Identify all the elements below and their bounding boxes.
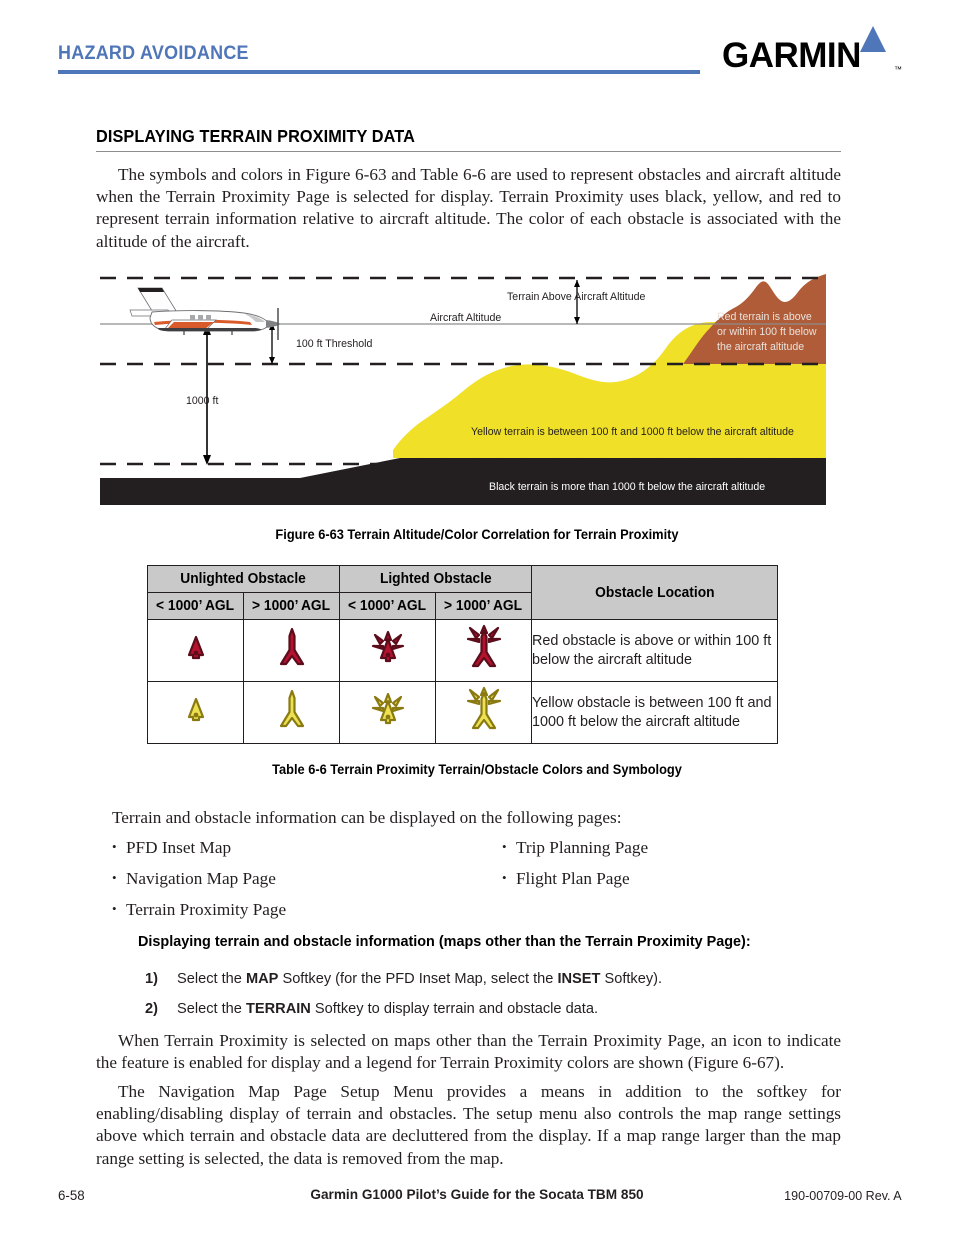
header-unlighted-obstacle: Unlighted Obstacle [146, 565, 341, 593]
chapter-title: HAZARD AVOIDANCE [58, 42, 249, 64]
label-red-terrain-line1: Red terrain is above [717, 311, 812, 323]
symbol-yellow-lighted-above-1000 [435, 681, 533, 744]
symbol-yellow-unlighted-above-1000 [242, 681, 341, 744]
obstacle-symbology-table: Unlighted Obstacle Lighted Obstacle Obst… [146, 565, 779, 744]
label-100ft-threshold: 100 ft Threshold [296, 338, 372, 350]
list-item-flight-plan-page: Flight Plan Page [502, 869, 630, 889]
step-1-text-b: Softkey (for the PFD Inset Map, select t… [278, 971, 558, 987]
symbol-red-lighted-below-1000 [339, 619, 437, 682]
closing-paragraph-1: When Terrain Proximity is selected on ma… [96, 1031, 841, 1073]
header-obstacle-location: Obstacle Location [531, 565, 779, 620]
section-title: DISPLAYING TERRAIN PROXIMITY DATA [96, 126, 415, 146]
section-heading-block: DISPLAYING TERRAIN PROXIMITY DATA [96, 126, 841, 152]
step-2-text-a: Select the [177, 1001, 246, 1017]
list-item-pfd-inset-map: PFD Inset Map [112, 838, 231, 858]
step-1-text-c: Softkey). [600, 971, 663, 987]
intro-paragraph: The symbols and colors in Figure 6-63 an… [96, 165, 841, 251]
step-1-text-a: Select the [177, 971, 246, 987]
terrain-color-correlation-figure: Terrain Above Aircraft Altitude Aircraft… [100, 272, 826, 505]
step-2-number: 2) [145, 1001, 158, 1017]
label-aircraft-altitude: Aircraft Altitude [430, 312, 501, 324]
procedure-heading: Displaying terrain and obstacle informat… [138, 933, 751, 950]
symbol-red-lighted-above-1000 [435, 619, 533, 682]
step-2-softkey-terrain: TERRAIN [245, 1001, 311, 1017]
table-row: Yellow obstacle is between 100 ft and 10… [147, 681, 779, 744]
symbol-red-unlighted-above-1000 [242, 619, 341, 682]
list-item-trip-planning-page: Trip Planning Page [502, 838, 648, 858]
label-yellow-terrain: Yellow terrain is between 100 ft and 100… [471, 426, 794, 438]
label-black-terrain: Black terrain is more than 1000 ft below… [489, 481, 765, 493]
dim-terrain-above-arrow-up [574, 280, 580, 287]
step-1-number: 1) [145, 971, 158, 987]
subheader-lighted-above-1000: > 1000’ AGL [435, 592, 533, 620]
label-terrain-above-aircraft-altitude: Terrain Above Aircraft Altitude [507, 291, 645, 303]
table-caption: Table 6-6 Terrain Proximity Terrain/Obst… [272, 762, 682, 777]
section-divider [96, 151, 841, 152]
garmin-logo: GARMIN ™ [722, 26, 902, 80]
header-divider [58, 70, 700, 74]
subheader-lighted-below-1000: < 1000’ AGL [339, 592, 437, 620]
terrain-diagram-svg: Terrain Above Aircraft Altitude Aircraft… [100, 274, 826, 505]
label-1000ft: 1000 ft [186, 395, 218, 407]
label-red-terrain-line2: or within 100 ft below [717, 326, 817, 338]
garmin-wordmark: GARMIN [722, 36, 861, 75]
figure-caption: Figure 6-63 Terrain Altitude/Color Corre… [275, 527, 679, 542]
step-2-text-b: Softkey to display terrain and obstacle … [310, 1001, 599, 1017]
step-1-softkey-map: MAP [245, 971, 279, 987]
closing-paragraph-2: The Navigation Map Page Setup Menu provi… [96, 1082, 841, 1168]
table-group-header-row: Unlighted Obstacle Lighted Obstacle Obst… [146, 565, 779, 620]
pages-list-lead: Terrain and obstacle information can be … [112, 808, 622, 827]
symbol-yellow-unlighted-below-1000 [147, 681, 244, 744]
footer-part-number: 190-00709-00 Rev. A [784, 1188, 902, 1203]
procedure-step-1: 1) Select the MAP Softkey (for the PFD In… [145, 971, 662, 987]
garmin-triangle-icon [860, 26, 886, 52]
table-row: Red obstacle is above or within 100 ft b… [147, 619, 779, 682]
list-item-terrain-proximity-page: Terrain Proximity Page [112, 900, 286, 920]
symbol-yellow-lighted-below-1000 [339, 681, 437, 744]
description-red-obstacle: Red obstacle is above or within 100 ft b… [531, 619, 779, 682]
description-yellow-obstacle: Yellow obstacle is between 100 ft and 10… [531, 681, 779, 744]
subheader-unlighted-above-1000: > 1000’ AGL [242, 592, 341, 620]
step-1-softkey-inset: INSET [557, 971, 601, 987]
procedure-step-2: 2) Select the TERRAIN Softkey to display … [145, 1001, 598, 1017]
symbol-red-unlighted-below-1000 [147, 619, 244, 682]
label-red-terrain-line3: the aircraft altitude [717, 341, 804, 353]
dim-terrain-above-arrow-down [574, 317, 580, 324]
page-footer: 6-58 Garmin G1000 Pilot’s Guide for the … [0, 1187, 954, 1207]
header-lighted-obstacle: Lighted Obstacle [339, 565, 533, 593]
trademark-symbol: ™ [894, 65, 902, 74]
subheader-unlighted-below-1000: < 1000’ AGL [147, 592, 244, 620]
page-header: HAZARD AVOIDANCE GARMIN ™ [0, 0, 954, 92]
list-item-navigation-map-page: Navigation Map Page [112, 869, 276, 889]
